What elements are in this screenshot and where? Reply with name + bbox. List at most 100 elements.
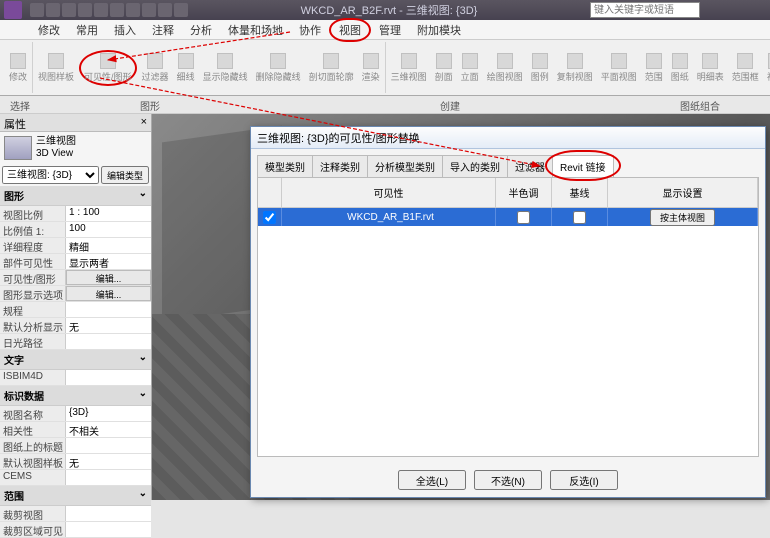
halftone-checkbox[interactable] <box>517 211 530 224</box>
col-underlay: 基线 <box>552 178 608 207</box>
menu-插入[interactable]: 插入 <box>106 20 144 40</box>
prop-row[interactable]: 相关性不相关 <box>0 422 151 438</box>
ribbon-平面视图[interactable]: 平面视图 <box>598 52 640 84</box>
section-图形: 图形 <box>40 96 260 113</box>
qat-btn[interactable] <box>94 3 108 17</box>
ribbon-视图样板[interactable]: 视图样板 <box>35 52 77 84</box>
prop-row[interactable]: 日光路径 <box>0 334 151 350</box>
ribbon-图纸[interactable]: 图纸 <box>668 52 692 84</box>
ribbon-视图[interactable]: 视图 <box>764 52 770 84</box>
prop-row[interactable]: 裁剪视图 <box>0 506 151 522</box>
col-visibility: 可见性 <box>282 178 496 207</box>
select-all-button[interactable]: 全选(L) <box>398 470 466 490</box>
element-selector[interactable]: 三维视图: {3D} <box>2 166 99 184</box>
qat-btn[interactable] <box>110 3 124 17</box>
maximize-icon[interactable] <box>736 3 750 17</box>
minimize-icon[interactable] <box>720 3 734 17</box>
menubar: 修改常用插入注释分析体量和场地协作视图管理附加模块 <box>0 20 770 40</box>
prop-row[interactable]: 详细程度精细 <box>0 238 151 254</box>
search-input[interactable] <box>590 2 700 18</box>
ribbon-渲染[interactable]: 渲染 <box>359 52 383 84</box>
menu-体量和场地[interactable]: 体量和场地 <box>220 20 291 40</box>
quick-access-toolbar <box>30 3 188 17</box>
ribbon-删除隐藏线[interactable]: 删除隐藏线 <box>253 52 304 84</box>
ribbon-显示隐藏线[interactable]: 显示隐藏线 <box>200 52 251 84</box>
ribbon-过滤器[interactable]: 过滤器 <box>139 52 172 84</box>
section-创建: 创建 <box>260 96 640 113</box>
qat-btn[interactable] <box>46 3 60 17</box>
prop-row[interactable]: 规程 <box>0 302 151 318</box>
tab-Revit 链接[interactable]: Revit 链接 <box>552 155 614 177</box>
ribbon-立面[interactable]: 立面 <box>458 52 482 84</box>
menu-视图[interactable]: 视图 <box>329 18 371 42</box>
edit-type-button[interactable]: 编辑类型 <box>101 166 149 184</box>
tab-注释类别[interactable]: 注释类别 <box>312 155 368 177</box>
ribbon-明细表[interactable]: 明细表 <box>694 52 727 84</box>
prop-row[interactable]: 部件可见性显示两者 <box>0 254 151 270</box>
category-文字[interactable]: 文字⌄ <box>0 350 151 369</box>
ribbon-复制视图[interactable]: 复制视图 <box>554 52 596 84</box>
prop-row[interactable]: 裁剪区域可见 <box>0 522 151 538</box>
link-checkbox[interactable] <box>263 211 276 224</box>
ribbon-修改[interactable]: 修改 <box>6 52 30 84</box>
invert-button[interactable]: 反选(I) <box>550 470 618 490</box>
ribbon-范围框[interactable]: 范围框 <box>729 52 762 84</box>
close-icon[interactable] <box>752 3 766 17</box>
menu-注释[interactable]: 注释 <box>144 20 182 40</box>
visibility-graphics-dialog: 三维视图: {3D}的可见性/图形替换 模型类别注释类别分析模型类别导入的类别过… <box>250 126 766 498</box>
prop-row[interactable]: 默认分析显示无 <box>0 318 151 334</box>
menu-附加模块[interactable]: 附加模块 <box>409 20 469 40</box>
link-row[interactable]: WKCD_AR_B1F.rvt 按主体视图 <box>258 208 758 226</box>
app-icon <box>4 1 22 19</box>
prop-row[interactable]: 视图比例1 : 100 <box>0 206 151 222</box>
ribbon-图例[interactable]: 图例 <box>528 52 552 84</box>
ribbon-三维视图[interactable]: 三维视图 <box>388 52 430 84</box>
qat-btn[interactable] <box>174 3 188 17</box>
help-icon[interactable] <box>704 3 718 17</box>
qat-btn[interactable] <box>62 3 76 17</box>
prop-row[interactable]: 视图名称{3D} <box>0 406 151 422</box>
prop-row[interactable]: 比例值 1:100 <box>0 222 151 238</box>
properties-panel: 属性× 三维视图3D View 三维视图: {3D} 编辑类型 图形⌄视图比例1… <box>0 114 152 500</box>
category-范围[interactable]: 范围⌄ <box>0 486 151 505</box>
close-icon[interactable]: × <box>141 116 147 129</box>
prop-row[interactable]: 可见性/图形编辑... <box>0 270 151 286</box>
window-title: WKCD_AR_B2F.rvt - 三维视图: {3D} <box>188 2 590 18</box>
select-none-button[interactable]: 不选(N) <box>474 470 542 490</box>
qat-btn[interactable] <box>78 3 92 17</box>
menu-管理[interactable]: 管理 <box>371 20 409 40</box>
prop-row[interactable]: CEMS <box>0 470 151 486</box>
link-name: WKCD_AR_B1F.rvt <box>282 208 496 226</box>
ribbon-绘图视图[interactable]: 绘图视图 <box>484 52 526 84</box>
prop-row[interactable]: 图纸上的标题 <box>0 438 151 454</box>
menu-常用[interactable]: 常用 <box>68 20 106 40</box>
ribbon-范围[interactable]: 范围 <box>642 52 666 84</box>
ribbon-剖切面轮廓[interactable]: 剖切面轮廓 <box>306 52 357 84</box>
prop-row[interactable]: 默认视图样板无 <box>0 454 151 470</box>
col-display: 显示设置 <box>608 178 758 207</box>
tab-导入的类别[interactable]: 导入的类别 <box>442 155 508 177</box>
ribbon-细线[interactable]: 细线 <box>174 52 198 84</box>
view-type-icon <box>4 136 32 160</box>
ribbon-剖面[interactable]: 剖面 <box>432 52 456 84</box>
prop-row[interactable]: ISBIM4D <box>0 370 151 386</box>
tab-模型类别[interactable]: 模型类别 <box>257 155 313 177</box>
qat-btn[interactable] <box>142 3 156 17</box>
dialog-title: 三维视图: {3D}的可见性/图形替换 <box>251 127 765 149</box>
properties-title: 属性 <box>4 116 26 129</box>
category-图形[interactable]: 图形⌄ <box>0 186 151 205</box>
qat-btn[interactable] <box>126 3 140 17</box>
menu-分析[interactable]: 分析 <box>182 20 220 40</box>
prop-row[interactable]: 图形显示选项编辑... <box>0 286 151 302</box>
underlay-checkbox[interactable] <box>573 211 586 224</box>
qat-btn[interactable] <box>30 3 44 17</box>
tab-过滤器[interactable]: 过滤器 <box>507 155 553 177</box>
menu-修改[interactable]: 修改 <box>30 20 68 40</box>
tab-分析模型类别[interactable]: 分析模型类别 <box>367 155 443 177</box>
category-标识数据[interactable]: 标识数据⌄ <box>0 386 151 405</box>
ribbon-可见性/图形[interactable]: 可见性/图形 <box>79 50 137 86</box>
display-settings-button[interactable]: 按主体视图 <box>650 209 715 226</box>
view-type-sub: 3D View <box>36 148 76 160</box>
qat-btn[interactable] <box>158 3 172 17</box>
menu-协作[interactable]: 协作 <box>291 20 329 40</box>
